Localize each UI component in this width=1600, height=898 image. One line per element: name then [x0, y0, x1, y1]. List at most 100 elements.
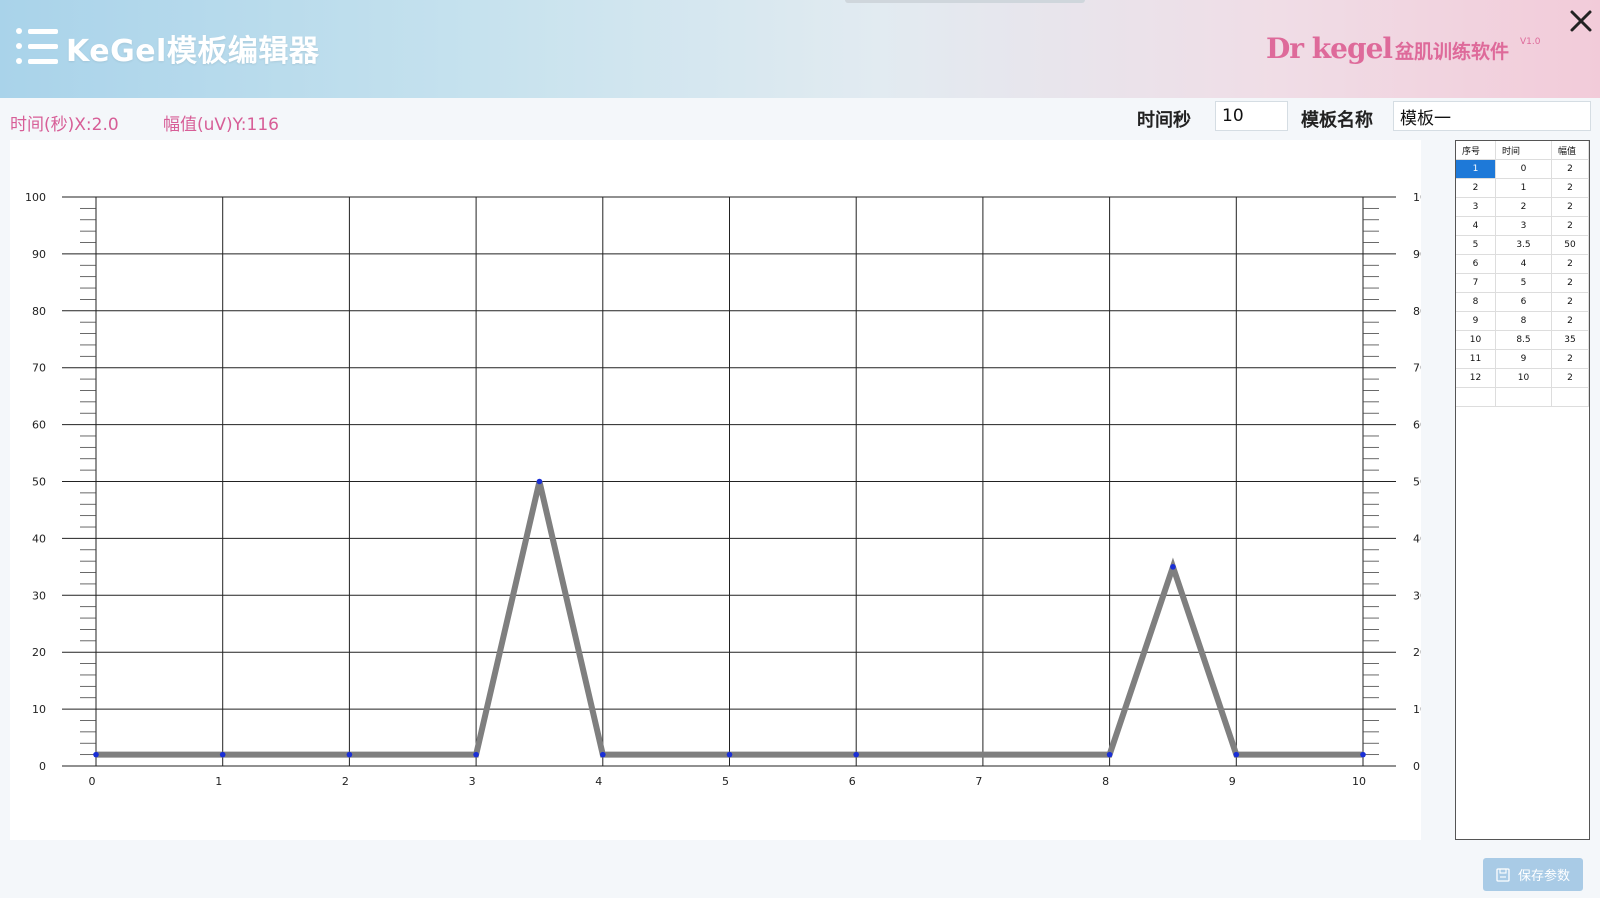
- y-tick-label: 40: [32, 532, 46, 545]
- table-cell[interactable]: 3: [1495, 216, 1552, 236]
- table-row[interactable]: 982: [1456, 311, 1589, 331]
- table-row[interactable]: 752: [1456, 273, 1589, 293]
- table-cell[interactable]: 2: [1551, 292, 1589, 312]
- table-cell[interactable]: 8.5: [1495, 330, 1552, 350]
- y-coordinate-readout: 幅值(uV)Y:116: [163, 115, 279, 135]
- table-cell[interactable]: [1495, 387, 1552, 407]
- close-icon[interactable]: [1566, 6, 1596, 36]
- points-table: 序号 时间 幅值 1 0 2 2 1 2 3 2 2 4 3 2 5 3.5 50 6 4 2 7 5 2 8 6 2 9 8 2 10 8…: [1456, 141, 1589, 407]
- table-row[interactable]: 432: [1456, 216, 1589, 236]
- table-cell[interactable]: 4: [1495, 254, 1552, 274]
- table-cell[interactable]: [1456, 387, 1496, 407]
- x-tick-label: 5: [722, 775, 729, 788]
- data-point[interactable]: [219, 751, 226, 758]
- table-cell[interactable]: 3.5: [1495, 235, 1552, 255]
- y-tick-label-right: 40: [1413, 532, 1421, 545]
- data-point[interactable]: [346, 751, 353, 758]
- table-cell[interactable]: 50: [1551, 235, 1589, 255]
- data-point[interactable]: [93, 751, 99, 758]
- table-cell[interactable]: 12: [1456, 368, 1496, 388]
- data-point[interactable]: [726, 751, 733, 758]
- time-label: 时间秒: [1137, 110, 1191, 131]
- y-tick-label: 30: [32, 589, 46, 602]
- table-cell[interactable]: 2: [1495, 197, 1552, 217]
- menu-icon[interactable]: [16, 26, 58, 66]
- table-row-empty[interactable]: [1456, 387, 1589, 407]
- template-name-input[interactable]: [1393, 101, 1591, 131]
- x-tick-label: 4: [595, 775, 602, 788]
- data-point[interactable]: [853, 751, 859, 758]
- table-cell[interactable]: 6: [1495, 292, 1552, 312]
- time-input[interactable]: [1215, 101, 1288, 131]
- data-point[interactable]: [1170, 564, 1176, 570]
- table-cell[interactable]: 2: [1456, 178, 1496, 198]
- line-chart[interactable]: 0010102020303040405050606070708080909010…: [10, 140, 1421, 840]
- table-cell[interactable]: 1: [1456, 159, 1496, 179]
- y-tick-label-right: 20: [1413, 646, 1421, 659]
- table-cell[interactable]: 1: [1495, 178, 1552, 198]
- table-cell[interactable]: 10: [1456, 330, 1496, 350]
- table-header-cell: 序号: [1456, 141, 1496, 160]
- table-cell[interactable]: 2: [1551, 349, 1589, 369]
- table-row[interactable]: 10 8.5 35: [1456, 330, 1589, 350]
- y-tick-label-right: 50: [1413, 476, 1421, 489]
- template-name-label: 模板名称: [1301, 110, 1373, 131]
- table-row[interactable]: 642: [1456, 254, 1589, 274]
- table-cell[interactable]: 4: [1456, 216, 1496, 236]
- data-point[interactable]: [473, 751, 479, 758]
- data-point[interactable]: [1233, 751, 1240, 758]
- version-label: V1.0: [1520, 37, 1541, 47]
- data-point[interactable]: [600, 751, 606, 758]
- table-cell[interactable]: 35: [1551, 330, 1589, 350]
- table-cell[interactable]: 2: [1551, 197, 1589, 217]
- table-row[interactable]: 102: [1456, 159, 1589, 179]
- table-cell[interactable]: 3: [1456, 197, 1496, 217]
- drag-handle[interactable]: [845, 0, 1085, 3]
- table-cell[interactable]: 6: [1456, 254, 1496, 274]
- x-coordinate-readout: 时间(秒)X:2.0: [10, 115, 119, 135]
- data-point[interactable]: [1360, 751, 1366, 758]
- table-row[interactable]: 322: [1456, 197, 1589, 217]
- y-tick-label: 20: [32, 646, 46, 659]
- table-cell[interactable]: 9: [1495, 349, 1552, 369]
- table-cell[interactable]: 5: [1495, 273, 1552, 293]
- table-cell[interactable]: 2: [1551, 273, 1589, 293]
- table-cell[interactable]: 9: [1456, 311, 1496, 331]
- table-row[interactable]: 862: [1456, 292, 1589, 312]
- table-cell[interactable]: 2: [1551, 311, 1589, 331]
- table-cell[interactable]: [1551, 387, 1589, 407]
- y-tick-label: 60: [32, 419, 46, 432]
- points-table-panel: 序号 时间 幅值 1 0 2 2 1 2 3 2 2 4 3 2 5 3.5 50 6 4 2 7 5 2 8 6 2 9 8 2 10 8…: [1455, 140, 1590, 840]
- table-cell[interactable]: 11: [1456, 349, 1496, 369]
- y-tick-label-right: 60: [1413, 419, 1421, 432]
- data-point[interactable]: [536, 478, 543, 485]
- y-tick-label-right: 80: [1413, 305, 1421, 318]
- table-row[interactable]: 212: [1456, 178, 1589, 198]
- chart-area[interactable]: 0010102020303040405050606070708080909010…: [10, 140, 1421, 840]
- table-cell[interactable]: 2: [1551, 159, 1589, 179]
- table-row[interactable]: 12 10 2: [1456, 368, 1589, 388]
- table-cell[interactable]: 2: [1551, 216, 1589, 236]
- save-button-label: 保存参数: [1517, 869, 1570, 884]
- table-cell[interactable]: 8: [1495, 311, 1552, 331]
- table-row[interactable]: 11 9 2: [1456, 349, 1589, 369]
- y-tick-label: 0: [39, 760, 46, 773]
- table-row[interactable]: 5 3.5 50: [1456, 235, 1589, 255]
- y-tick-label: 50: [32, 476, 46, 489]
- table-cell[interactable]: 7: [1456, 273, 1496, 293]
- table-cell[interactable]: 10: [1495, 368, 1552, 388]
- y-tick-label-right: 30: [1413, 589, 1421, 602]
- table-cell[interactable]: 5: [1456, 235, 1496, 255]
- data-point[interactable]: [1106, 751, 1113, 758]
- table-cell[interactable]: 2: [1551, 368, 1589, 388]
- table-cell[interactable]: 0: [1495, 159, 1552, 179]
- table-header-row: 序号 时间 幅值: [1456, 141, 1589, 160]
- x-tick-label: 3: [469, 775, 476, 788]
- save-button[interactable]: 保存参数: [1483, 858, 1583, 891]
- y-tick-label-right: 90: [1413, 248, 1421, 261]
- table-cell[interactable]: 2: [1551, 254, 1589, 274]
- app-title: KeGel模板编辑器: [66, 34, 320, 69]
- table-cell[interactable]: 8: [1456, 292, 1496, 312]
- table-cell[interactable]: 2: [1551, 178, 1589, 198]
- x-tick-label: 1: [215, 775, 222, 788]
